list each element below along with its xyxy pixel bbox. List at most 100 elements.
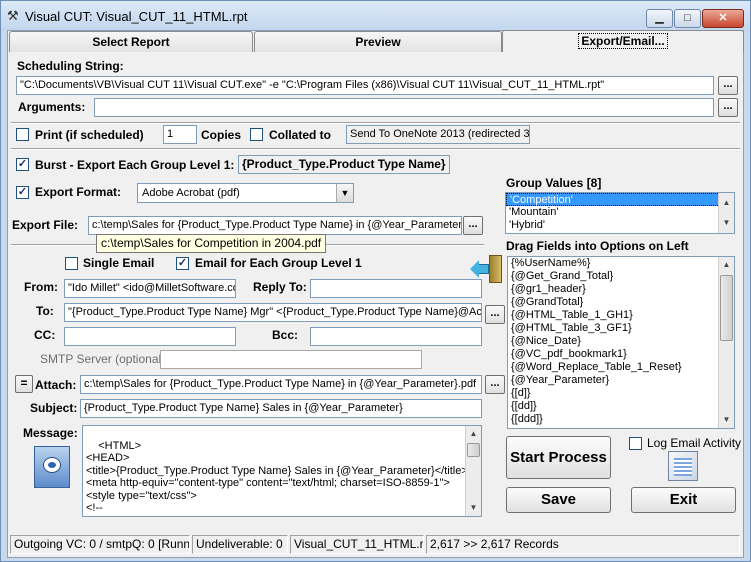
status-undeliverable: Undeliverable: 0 [192,535,288,554]
scheduling-label: Scheduling String: [17,59,124,73]
scroll-down-icon[interactable]: ▼ [719,412,734,428]
list-item[interactable]: {[d]} [508,387,734,400]
print-checkbox[interactable] [16,128,29,141]
log-notepad-icon[interactable] [668,451,698,481]
equals-button[interactable]: = [15,375,33,393]
list-item[interactable]: 'Competition' [506,193,734,206]
status-report: Visual_CUT_11_HTML.rpt [290,535,424,554]
list-item[interactable]: {@Get_Grand_Total} [508,270,734,283]
message-label: Message: [23,426,78,440]
subject-label: Subject: [30,401,78,415]
bcc-field[interactable] [310,327,482,346]
bcc-label: Bcc: [272,328,299,342]
subject-field[interactable]: {Product_Type.Product Type Name} Sales i… [80,399,482,418]
list-item[interactable]: {@HTML_Table_1_GH1} [508,309,734,322]
cc-label: CC: [34,328,56,342]
single-email-checkbox[interactable] [65,257,78,270]
separator [11,148,740,150]
html-editor-icon[interactable] [34,446,70,488]
export-format-select[interactable]: Adobe Acrobat (pdf) ▼ [137,183,354,203]
arguments-browse-button[interactable]: ... [718,98,738,117]
list-item[interactable]: {[ddd]} [508,413,734,426]
scroll-up-icon[interactable]: ▲ [719,257,734,273]
scroll-up-icon[interactable]: ▲ [466,426,481,442]
export-file-tooltip: c:\temp\Sales for Competition in 2004.pd… [96,234,327,253]
reply-to-field[interactable] [310,279,482,298]
minimize-button[interactable]: ▁ [646,9,673,28]
export-format-value: Adobe Acrobat (pdf) [142,187,240,199]
drag-field-arrow-icon [470,255,503,283]
export-file-field[interactable]: c:\temp\Sales for {Product_Type.Product … [88,216,462,235]
export-format-checkbox[interactable]: ✓ [16,186,29,199]
list-item[interactable]: {[dd]} [508,400,734,413]
close-button[interactable]: ✕ [702,9,744,28]
list-item[interactable]: {%UserName%} [508,257,734,270]
group-values-list[interactable]: 'Competition' 'Mountain' 'Hybrid' ▲ ▼ [505,192,735,234]
group-values-label: Group Values [8] [506,176,602,190]
list-item[interactable]: {@VC_pdf_bookmark1} [508,348,734,361]
attach-field[interactable]: c:\temp\Sales for {Product_Type.Product … [80,375,482,394]
maximize-button[interactable]: □ [674,9,701,28]
scroll-down-icon[interactable]: ▼ [719,213,734,233]
list-item[interactable]: 'Hybrid' [506,219,734,232]
message-field[interactable]: <HTML> <HEAD> <title>{Product_Type.Produ… [82,425,482,517]
scheduling-string-field[interactable]: "C:\Documents\VB\Visual CUT 11\Visual CU… [16,76,714,95]
list-item[interactable]: {@gr1_header} [508,283,734,296]
copies-field[interactable]: 1 [163,125,197,144]
export-file-label: Export File: [12,218,79,232]
drag-fields-label: Drag Fields into Options on Left [506,239,689,253]
export-email-panel: Scheduling String: "C:\Documents\VB\Visu… [8,52,743,532]
drag-fields-scrollbar[interactable]: ▲ ▼ [718,257,734,428]
message-text: <HTML> <HEAD> <title>{Product_Type.Produ… [86,439,468,515]
drag-fields-list[interactable]: {%UserName%} {@Get_Grand_Total} {@gr1_he… [507,256,735,429]
list-item[interactable]: {@Nice_Date} [508,335,734,348]
export-format-label: Export Format: [35,185,122,199]
scroll-up-icon[interactable]: ▲ [719,193,734,213]
printer-field: Send To OneNote 2013 (redirected 3) [346,125,530,144]
reply-to-label: Reply To: [253,280,307,294]
arguments-field[interactable] [94,98,714,117]
start-process-button[interactable]: Start Process [506,436,611,479]
print-label: Print (if scheduled) [35,128,144,142]
list-item[interactable]: {@Word_Replace_Table_1_Reset} [508,361,734,374]
list-item[interactable]: 'Mountain' [506,206,734,219]
save-button[interactable]: Save [506,487,611,513]
from-label: From: [24,280,58,294]
chevron-down-icon[interactable]: ▼ [336,184,353,202]
status-bar: Outgoing VC: 0 / smtpQ: 0 [Running] Unde… [8,532,743,556]
to-browse-button[interactable]: ... [485,305,505,324]
email-each-group-checkbox[interactable]: ✓ [176,257,189,270]
cc-field[interactable] [64,327,236,346]
title-bar: ⚒ Visual CUT: Visual_CUT_11_HTML.rpt ▁ □… [1,1,750,31]
tab-preview[interactable]: Preview [254,31,502,52]
export-file-browse-button[interactable]: ... [463,216,483,235]
tab-export-email[interactable]: Export/Email... [502,30,744,53]
from-field[interactable]: "Ido Millet" <ido@MilletSoftware.co [64,279,236,298]
separator [11,122,740,124]
log-email-label: Log Email Activity [647,436,742,450]
scroll-thumb[interactable] [720,275,733,341]
log-email-checkbox[interactable] [629,437,642,450]
burst-checkbox[interactable]: ✓ [16,158,29,171]
tab-select-report[interactable]: Select Report [9,31,253,52]
copies-label: Copies [201,128,242,142]
collated-checkbox[interactable] [250,128,263,141]
attach-label: Attach: [35,378,77,392]
to-field[interactable]: "{Product_Type.Product Type Name} Mgr" <… [64,303,482,322]
burst-field: {Product_Type.Product Type Name} [238,155,450,174]
email-each-group-label: Email for Each Group Level 1 [195,256,362,270]
list-item[interactable]: {@Year_Parameter} [508,374,734,387]
list-item[interactable]: {@HTML_Table_3_GF1} [508,322,734,335]
exit-button[interactable]: Exit [631,487,736,513]
arguments-label: Arguments: [18,100,86,114]
message-scrollbar[interactable]: ▲ ▼ [465,426,481,516]
scroll-down-icon[interactable]: ▼ [466,500,481,516]
attach-browse-button[interactable]: ... [485,375,505,394]
list-item[interactable]: {@GrandTotal} [508,296,734,309]
scroll-thumb[interactable] [467,443,480,457]
scheduling-browse-button[interactable]: ... [718,76,738,95]
smtp-field[interactable] [160,350,422,369]
group-values-scrollbar[interactable]: ▲ ▼ [718,193,734,233]
status-records: 2,617 >> 2,617 Records [426,535,740,554]
compass-icon: ⚒ [7,8,19,23]
